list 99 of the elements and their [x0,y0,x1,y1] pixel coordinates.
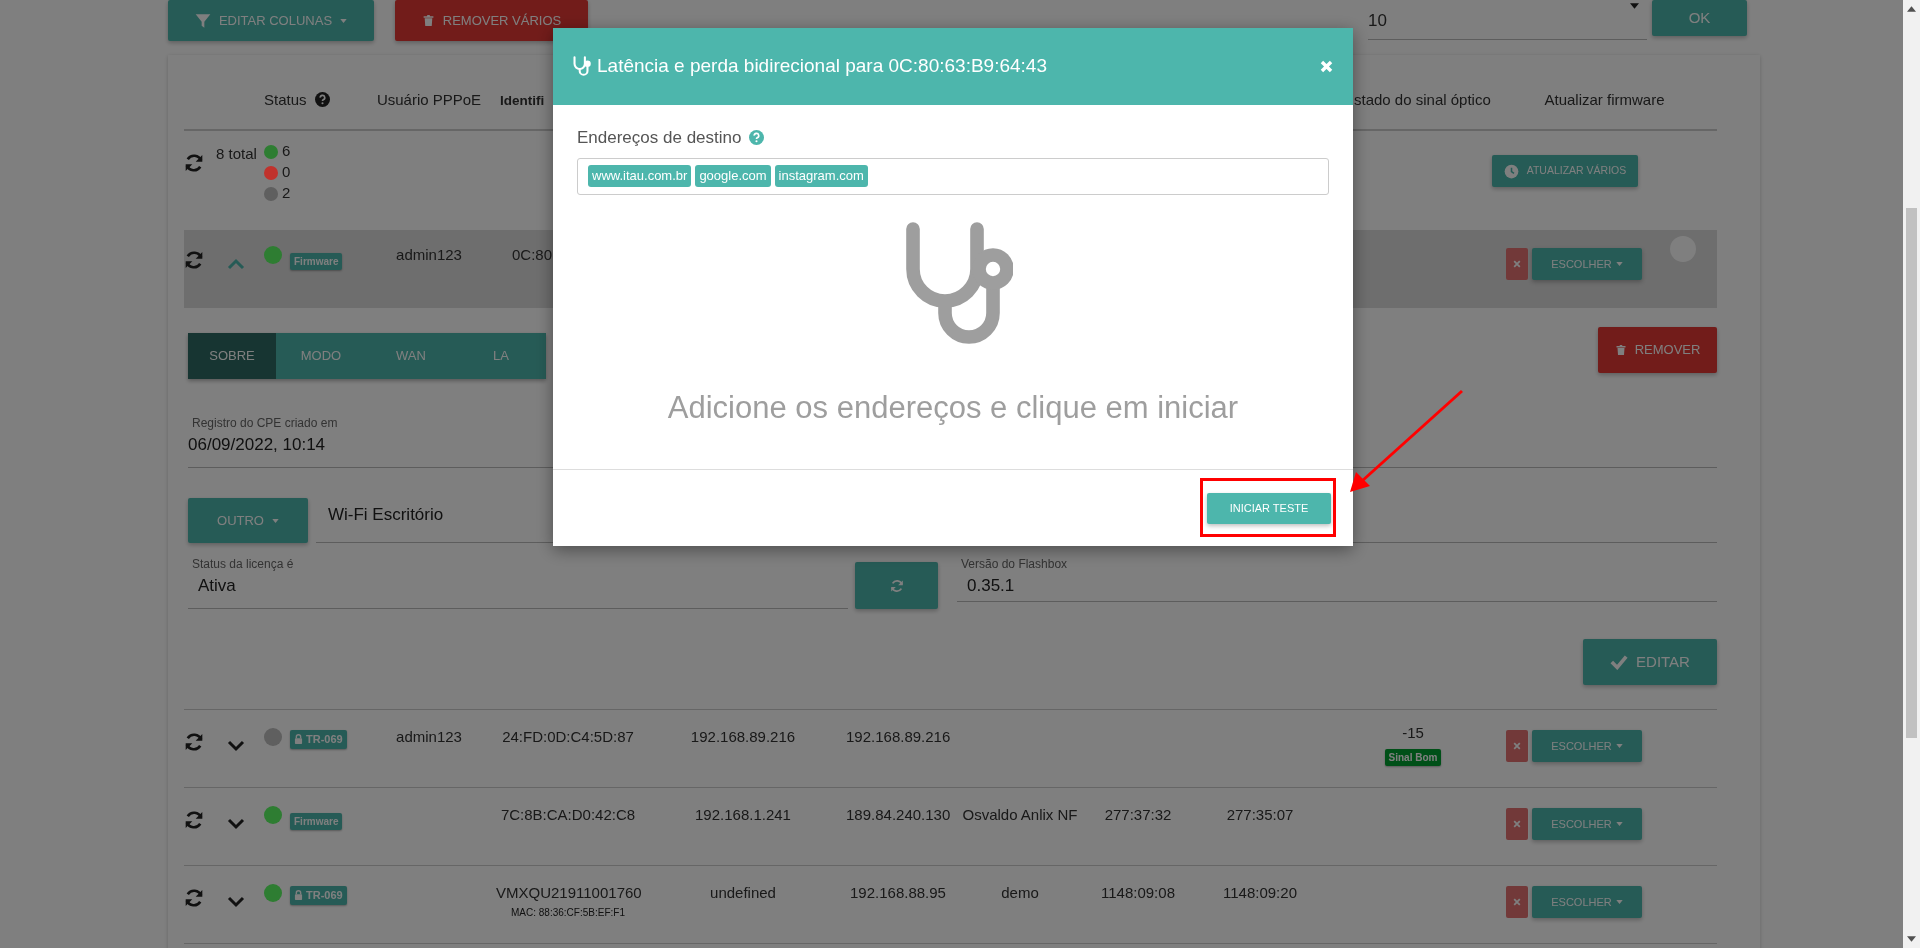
choose-dropdown[interactable]: ESCOLHER [1532,248,1642,280]
refresh-icon[interactable] [184,153,204,174]
status-count: 2 [282,183,291,204]
table-cell-text: 7C:8B:CA:D0:42:C8 [499,805,637,825]
field-value: 06/09/2022, 10:14 [188,434,327,456]
table-cell: 192.168.1.241 [695,806,791,823]
table-cell-text: 0C:80: [512,245,558,265]
remove-many-button[interactable]: REMOVER VÁRIOS [395,0,588,41]
column-header: stado do sinal óptico [1354,90,1491,108]
tab[interactable]: MODO [276,333,366,379]
ok-button[interactable]: OK [1652,0,1747,36]
field-label: Endereços de destino [577,127,742,149]
help-icon [314,92,330,108]
remove-button[interactable]: REMOVER [1598,327,1717,373]
field-value: 0.35.1 [966,575,1016,597]
start-test-button[interactable]: INICIAR TESTE [1207,493,1331,524]
status-count: 6 [282,141,291,162]
column-header: Atualizar firmware [1544,90,1665,108]
tab[interactable]: WAN [366,333,456,379]
field-label: Versão do Flashbox [960,556,1069,573]
tab[interactable]: SOBRE [188,333,276,379]
column-header: Usuário PPPoE [376,90,482,108]
refresh-icon[interactable] [184,732,204,753]
table-cell: 192.168.88.95 [850,884,946,901]
field-value: Ativa [197,575,237,597]
mac-address: MAC: 88:36:CF:5B:EF:F1 [510,905,626,920]
status-count: 0 [282,162,291,183]
choose-dropdown[interactable]: ESCOLHER [1532,886,1642,918]
scroll-down-icon[interactable] [1907,936,1916,942]
type-badge: TR-069 [290,730,347,749]
chevron-down-icon[interactable] [227,818,245,831]
caret-icon [271,518,279,523]
per-page-select[interactable]: 10 [1368,0,1647,40]
scrollbar[interactable] [1903,0,1920,948]
caret-icon [1615,262,1623,266]
table-cell: 1148:09:08 [1101,884,1175,901]
type-badge: Firmware [290,813,343,830]
close-icon [1320,60,1333,73]
table-cell: 189.84.240.130 [846,806,951,823]
signal-value: -15 [1401,723,1425,743]
clock-icon [1503,163,1519,179]
mode-dropdown[interactable]: OUTRO [188,498,308,543]
type-badge: TR-069 [290,886,347,905]
edit-button[interactable]: EDITAR [1583,639,1717,685]
table-cell: admin123 [396,728,462,745]
edit-columns-button[interactable]: EDITAR COLUNAS [168,0,374,41]
table-cell: 277:37:32 [1104,806,1172,823]
caret-icon [340,18,348,23]
help-icon [749,130,765,146]
refresh-icon[interactable] [184,888,204,909]
type-badge: Firmware [290,253,343,270]
lock-icon [294,890,303,901]
table-cell: 192.168.89.216 [690,728,796,745]
table-cell: Osvaldo Anlix NF [962,806,1078,823]
address-tag: instagram.com [774,165,868,187]
column-header: Status [264,89,307,110]
caret-icon [1615,822,1623,826]
table-cell: 1148:09:20 [1223,884,1297,901]
stethoscope-icon [571,55,591,78]
table-cell: 277:35:07 [1226,806,1294,823]
caret-icon [1615,900,1623,904]
table-cell: demo [1001,884,1039,901]
filter-icon [194,12,211,29]
signal-badge: Sinal Bom [1384,748,1442,766]
chevron-down-icon[interactable] [227,896,245,909]
field-label: Status da licença é [191,556,295,573]
address-tag: google.com [695,165,771,187]
empty-message: Adicione os endereços e clique em iniciar [667,389,1239,425]
choose-dropdown[interactable]: ESCOLHER [1532,808,1642,840]
caret-icon [1615,744,1623,748]
trash-icon [1614,344,1627,356]
total-count: 8 total [216,145,257,162]
close-button[interactable] [1320,60,1333,73]
refresh-icon[interactable] [184,810,204,831]
table-cell-text: 24:FD:0D:C4:5D:87 [501,727,635,747]
tab[interactable]: LA [456,333,546,379]
modal-title: Latência e perda bidirecional para 0C:80:63:B9:64:43 [597,54,1048,79]
table-cell: admin123 [396,246,462,263]
table-cell-text: VMXQU21911001760 [496,883,640,903]
refresh-icon [889,578,904,593]
scroll-up-icon[interactable] [1907,6,1916,12]
trash-icon [421,14,435,27]
close-icon [1513,820,1521,828]
caret-icon [1630,3,1639,9]
column-header: Identifi [500,92,545,108]
address-tag: www.itau.com.br [588,165,692,187]
field-label: Registro do CPE criado em [191,415,339,432]
check-icon [1610,654,1629,670]
lock-icon [294,734,303,745]
refresh-icon[interactable] [184,250,204,271]
destinations-field[interactable]: www.itau.com.br google.com instagram.com [577,157,1329,195]
close-icon [1513,898,1521,906]
chevron-down-icon[interactable] [227,740,245,753]
choose-dropdown[interactable]: ESCOLHER [1532,730,1642,762]
close-icon [1513,742,1521,750]
table-cell: undefined [710,884,776,901]
table-cell: 192.168.89.216 [846,728,951,745]
update-many-button[interactable]: ATUALIZAR VÁRIOS [1492,155,1638,187]
close-icon [1513,260,1521,268]
